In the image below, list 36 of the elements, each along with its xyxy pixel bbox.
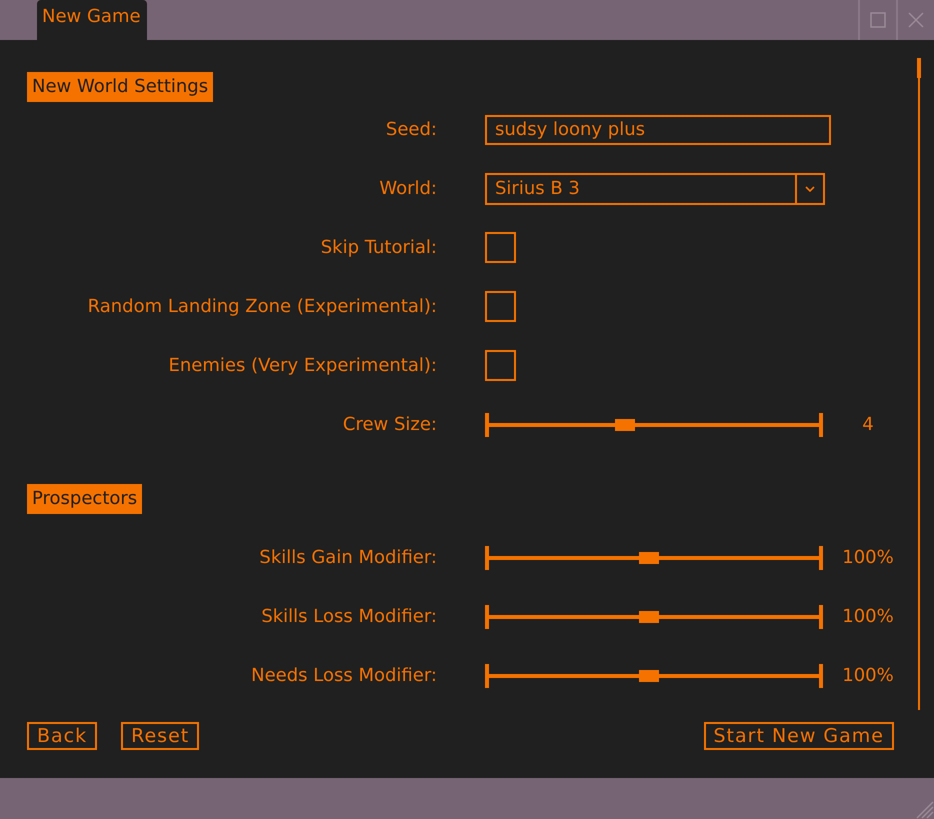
setting-label: Crew Size:: [342, 414, 437, 435]
checkbox[interactable]: [485, 291, 516, 322]
setting-label: World:: [378, 178, 437, 199]
setting-label: Enemies (Very Experimental):: [168, 355, 437, 376]
setting-label: Random Landing Zone (Experimental):: [86, 296, 437, 317]
setting-label: Skills Loss Modifier:: [260, 606, 437, 627]
slider[interactable]: [485, 412, 823, 436]
close-icon: [907, 11, 925, 29]
window-tab[interactable]: New Game: [37, 0, 147, 40]
slider-thumb[interactable]: [639, 610, 659, 622]
slider-thumb[interactable]: [639, 552, 659, 564]
setting-label: Seed:: [384, 119, 437, 140]
slider-value: 4: [861, 414, 875, 435]
slider[interactable]: [485, 546, 823, 570]
footer-button[interactable]: Reset: [121, 722, 200, 750]
chevron-down-icon: [804, 184, 816, 192]
checkbox[interactable]: [485, 350, 516, 381]
checkbox[interactable]: [485, 232, 516, 263]
slider-thumb[interactable]: [615, 418, 636, 430]
world-dropdown[interactable]: Sirius B 3: [485, 172, 825, 204]
seed-field[interactable]: sudsy loony plus: [485, 114, 831, 144]
slider-value: 100%: [841, 606, 895, 627]
slider-value: 100%: [841, 547, 895, 568]
slider-value: 100%: [841, 665, 895, 686]
scrollbar[interactable]: [918, 58, 920, 710]
maximize-icon: [869, 11, 887, 29]
footer-button[interactable]: Back: [27, 722, 98, 750]
start-button[interactable]: Start New Game: [704, 722, 894, 750]
setting-label: Skip Tutorial:: [320, 237, 437, 258]
slider[interactable]: [485, 664, 823, 688]
slider[interactable]: [485, 604, 823, 628]
section-header: Prospectors: [27, 484, 142, 514]
setting-label: Skills Gain Modifier:: [258, 547, 437, 568]
setting-label: Needs Loss Modifier:: [250, 665, 437, 686]
slider-thumb[interactable]: [639, 670, 659, 682]
section-header: New World Settings: [27, 72, 214, 102]
